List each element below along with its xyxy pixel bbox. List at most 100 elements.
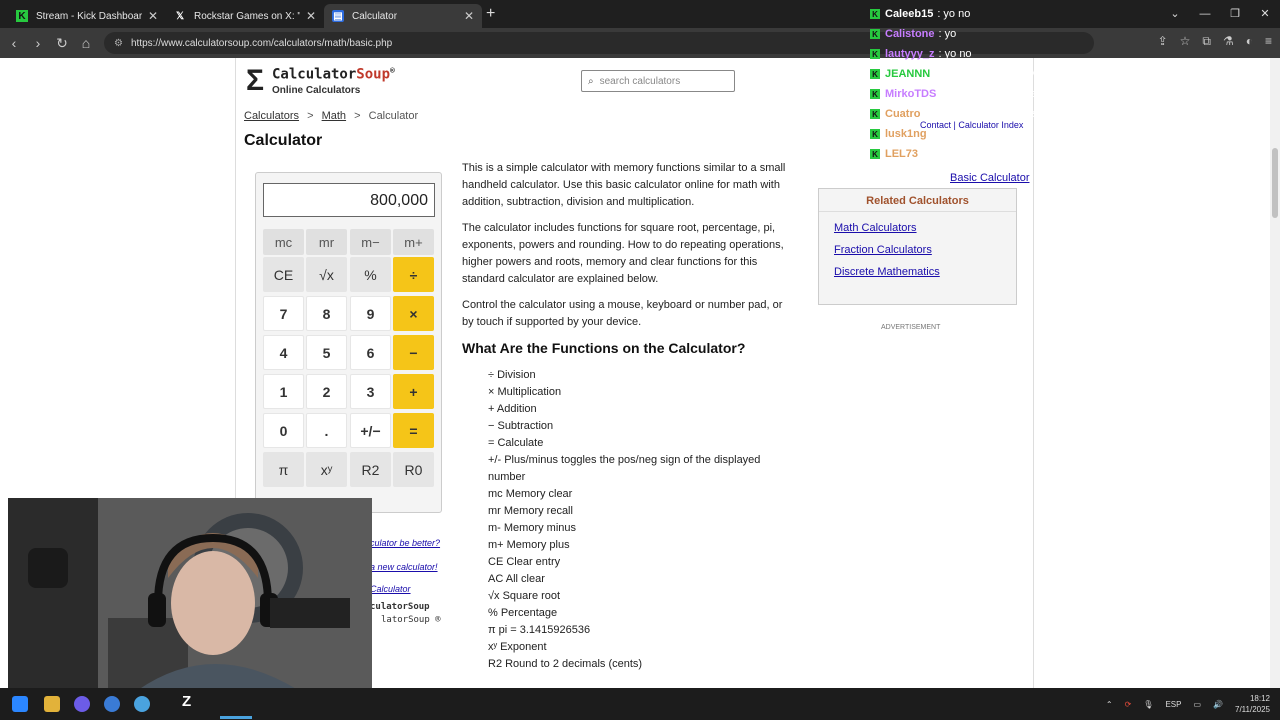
function-item: R2 Round to 2 decimals (cents)	[488, 658, 643, 670]
calculator-key[interactable]: CE	[263, 257, 304, 292]
calculator-key[interactable]: 5	[306, 335, 347, 370]
calculator-key[interactable]: R0	[393, 452, 434, 487]
calculator-key[interactable]: 9	[350, 296, 391, 331]
breadcrumb-calculators[interactable]: Calculators	[244, 110, 299, 122]
fraction-calculators-link[interactable]: Fraction Calculators	[834, 244, 1016, 256]
function-item: × Multiplication	[488, 386, 562, 398]
calculator-key[interactable]: 2	[306, 374, 347, 409]
function-item: √x Square root	[488, 590, 561, 602]
calculator-key[interactable]: 7	[263, 296, 304, 331]
chat-message: K MirkoTDS: no lo va a jugar nadie	[870, 84, 1280, 104]
math-calculators-link[interactable]: Math Calculators	[834, 222, 1016, 234]
intro-paragraph: This is a simple calculator with memory …	[462, 162, 786, 208]
calculator-display[interactable]: 800,000	[263, 183, 435, 217]
calculator-key[interactable]: 3	[350, 374, 391, 409]
chat-message: Klautyyy_z: yo no	[870, 44, 1280, 64]
back-icon[interactable]: ‹	[2, 35, 26, 51]
tab-title: Stream - Kick Dashboard	[36, 10, 142, 22]
breadcrumb-math[interactable]: Math	[322, 110, 346, 122]
chat-username: lusk1ng	[885, 128, 927, 140]
discrete-mathematics-link[interactable]: Discrete Mathematics	[834, 266, 1016, 278]
calculator-key[interactable]: 8	[306, 296, 347, 331]
forward-icon[interactable]: ›	[26, 35, 50, 51]
basic-calculator-link[interactable]: Basic Calculator	[950, 172, 1029, 184]
time: 18:12	[1249, 694, 1270, 703]
function-item: % Percentage	[488, 607, 558, 619]
tab-kick-dashboard[interactable]: K Stream - Kick Dashboard ✕	[8, 4, 166, 28]
update-icon[interactable]: ⟳	[1125, 700, 1132, 709]
memory-key[interactable]: mc	[263, 229, 304, 255]
advertisement-label: ADVERTISEMENT	[881, 324, 941, 331]
close-icon[interactable]: ✕	[464, 9, 474, 23]
kick-badge-icon: K	[870, 29, 880, 39]
url-text: https://www.calculatorsoup.com/calculato…	[130, 37, 393, 49]
close-icon[interactable]: ✕	[306, 9, 316, 23]
browser-icon[interactable]	[104, 696, 120, 712]
file-explorer-icon[interactable]	[44, 696, 60, 712]
calculator-key[interactable]: R2	[350, 452, 391, 487]
discord-icon[interactable]	[74, 696, 90, 712]
calculator-key[interactable]: .	[306, 413, 347, 448]
calculator-key[interactable]: %	[350, 257, 391, 292]
calculator-key[interactable]: ×	[393, 296, 434, 331]
new-tab-icon[interactable]: +	[486, 5, 495, 23]
start-icon[interactable]	[12, 696, 28, 712]
calculator-key[interactable]: 1	[263, 374, 304, 409]
logo-soup: Soup	[356, 66, 391, 83]
request-calculator-link[interactable]: a new calculator!	[370, 562, 438, 572]
chat-message: K Cuatro: zeko me haces la re segundas y …	[870, 104, 1280, 124]
features-paragraph: The calculator includes functions for sq…	[462, 222, 784, 285]
calculator-key[interactable]: 6	[350, 335, 391, 370]
memory-key[interactable]: m−	[350, 229, 391, 255]
language-indicator[interactable]: ESP	[1165, 700, 1181, 709]
reload-icon[interactable]: ↻	[50, 35, 74, 52]
calculator-key[interactable]: =	[393, 413, 434, 448]
calculator-key[interactable]: √x	[306, 257, 347, 292]
chat-username: Calistone	[885, 28, 935, 40]
calculator-key[interactable]: −	[393, 335, 434, 370]
search-input[interactable]: ⌕ search calculators	[581, 70, 735, 92]
description-section: This is a simple calculator with memory …	[462, 160, 792, 673]
calculator-key[interactable]: +	[393, 374, 434, 409]
chat-username: Caleeb15	[885, 8, 934, 20]
volume-icon[interactable]: 🔊	[1213, 700, 1223, 709]
chat-message: Klusk1ng: ni a palo	[870, 124, 1280, 144]
calculator-widget: 800,000 mc mr m− m+ CE √x% ÷ 7 8 9 × 4 5 6− 1 2 3 +0. +/− =…	[255, 172, 442, 625]
app-icon[interactable]	[134, 696, 150, 712]
calculator-key[interactable]: 4	[263, 335, 304, 370]
memory-key[interactable]: mr	[306, 229, 347, 255]
site-logo[interactable]: Σ CalculatorSoup® Online Calculators	[246, 64, 395, 98]
site-info-icon[interactable]: ⚙	[114, 38, 123, 49]
close-icon[interactable]: ✕	[148, 9, 158, 23]
calculator-key[interactable]: ÷	[393, 257, 434, 292]
function-item: + Addition	[488, 403, 537, 415]
tab-calculator[interactable]: ▤ Calculator ✕	[324, 4, 482, 28]
breadcrumb: Calculators > Math > Calculator	[244, 110, 418, 122]
calculator-brand: latorSoup ®	[381, 615, 441, 625]
tab-rockstar-x[interactable]: 𝕏 Rockstar Games on X: "Hi every ✕	[166, 4, 324, 28]
calculator-key[interactable]: +/−	[350, 413, 391, 448]
network-icon[interactable]: ▭	[1193, 700, 1201, 709]
calculatorsoup-icon: ▤	[332, 10, 344, 22]
calculator-key[interactable]: π	[263, 452, 304, 487]
chat-text: : yo no	[938, 48, 972, 60]
calculator-link[interactable]: Calculator	[370, 584, 411, 594]
home-icon[interactable]: ⌂	[74, 35, 98, 51]
calculator-key[interactable]: 0	[263, 413, 304, 448]
calculator-key[interactable]: xʸ	[306, 452, 347, 487]
feedback-link[interactable]: culator be better?	[370, 538, 440, 548]
obs-icon[interactable]: Z	[182, 693, 198, 710]
chat-message: K LEL73: YO NO	[870, 144, 1280, 164]
clock[interactable]: 18:12 7/11/2025	[1235, 693, 1270, 715]
mic-icon[interactable]: 🎙	[1143, 700, 1153, 709]
kick-badge-icon: K	[870, 9, 880, 19]
x-icon: 𝕏	[175, 10, 185, 22]
chat-username: MirkoTDS	[885, 88, 937, 100]
function-item: m+ Memory plus	[488, 539, 570, 551]
memory-key[interactable]: m+	[393, 229, 434, 255]
chat-text: : ni a palo	[930, 128, 979, 140]
tab-title: Rockstar Games on X: "Hi every	[194, 10, 300, 22]
stream-chat-overlay: K Caleeb15: yo no K Calistone: yo Klautyyy_z…	[870, 4, 1280, 164]
chevron-up-icon[interactable]: ⌃	[1106, 700, 1113, 709]
function-item: = Calculate	[488, 437, 544, 449]
